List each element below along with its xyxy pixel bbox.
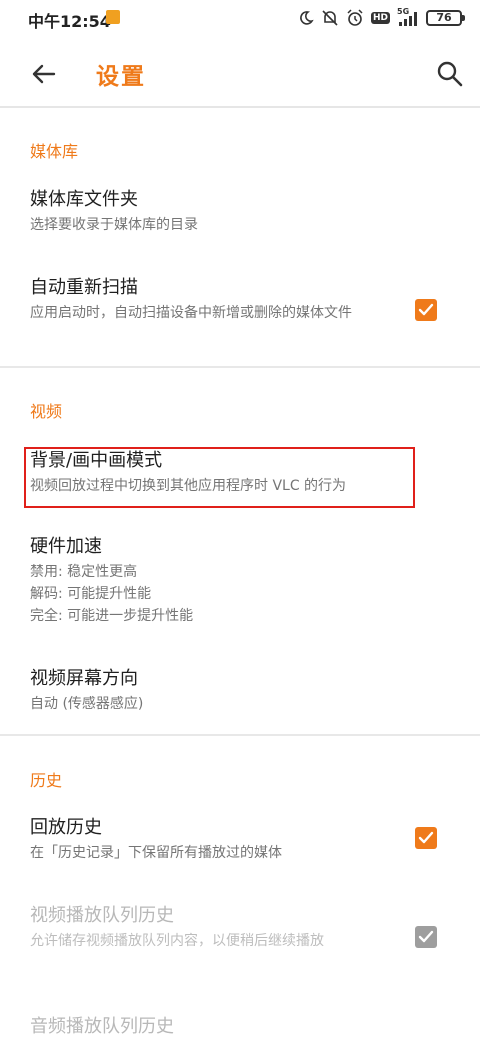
mute-icon: [322, 10, 338, 26]
pref-title: 音频播放队列历史: [30, 1016, 174, 1037]
pref-title: 视频屏幕方向: [30, 668, 138, 689]
status-icons: HD 5G 76: [298, 6, 465, 30]
video-queue-history-checkbox: [415, 926, 437, 948]
moon-icon: [300, 11, 314, 25]
pref-media-library-folders[interactable]: 媒体库文件夹 选择要收录于媒体库的目录: [30, 187, 410, 236]
hd-icon: HD: [370, 12, 390, 24]
playback-history-checkbox[interactable]: [415, 827, 437, 849]
auto-rescan-checkbox[interactable]: [415, 299, 437, 321]
section-header-video: 视频: [30, 402, 63, 421]
check-icon: [418, 303, 434, 316]
pref-summary-line: 解码: 可能提升性能: [30, 586, 152, 602]
app-bar: 设置: [0, 40, 480, 108]
check-icon: [418, 831, 434, 844]
pref-hardware-acceleration[interactable]: 硬件加速 禁用: 稳定性更高 解码: 可能提升性能 完全: 可能进一步提升性能: [30, 534, 410, 627]
divider: [0, 366, 480, 368]
pref-summary-line: 禁用: 稳定性更高: [30, 564, 138, 580]
pref-audio-queue-history: 音频播放队列历史: [30, 1014, 410, 1037]
alarm-icon: [347, 9, 363, 26]
pref-auto-rescan[interactable]: 自动重新扫描 应用启动时，自动扫描设备中新增或删除的媒体文件: [30, 275, 400, 324]
notification-icon: [106, 10, 120, 24]
network-label: 5G: [397, 7, 419, 26]
search-icon: [437, 61, 463, 87]
page-title: 设置: [96, 64, 146, 90]
signal-icon: [399, 12, 417, 26]
pref-summary: 应用启动时，自动扫描设备中新增或删除的媒体文件: [30, 305, 352, 321]
pref-video-orientation[interactable]: 视频屏幕方向 自动 (传感器感应): [30, 666, 410, 715]
pref-title: 自动重新扫描: [30, 277, 138, 298]
section-header-history: 历史: [30, 771, 63, 790]
pref-summary: 自动 (传感器感应): [30, 696, 144, 712]
divider: [0, 734, 480, 736]
check-icon: [418, 930, 434, 943]
pref-summary-line: 完全: 可能进一步提升性能: [30, 608, 194, 624]
search-button[interactable]: [434, 58, 466, 90]
pref-title: 媒体库文件夹: [30, 189, 138, 210]
section-header-library: 媒体库: [30, 142, 79, 161]
status-time: 中午12:54: [28, 12, 111, 31]
pref-title: 硬件加速: [30, 536, 102, 557]
highlight-box: [24, 447, 415, 508]
pref-summary: 在「历史记录」下保留所有播放过的媒体: [30, 845, 282, 861]
pref-title: 回放历史: [30, 817, 102, 838]
back-button[interactable]: [26, 56, 62, 92]
pref-summary: 允许储存视频播放队列内容，以便稍后继续播放: [30, 933, 324, 949]
pref-summary: 选择要收录于媒体库的目录: [30, 217, 198, 233]
pref-playback-history[interactable]: 回放历史 在「历史记录」下保留所有播放过的媒体: [30, 815, 400, 864]
back-arrow-icon: [32, 64, 56, 84]
status-bar: 中午12:54 HD 5G 76: [0, 0, 480, 36]
pref-video-queue-history: 视频播放队列历史 允许储存视频播放队列内容，以便稍后继续播放: [30, 903, 400, 952]
pref-title: 视频播放队列历史: [30, 905, 174, 926]
battery-icon: 76: [426, 10, 465, 26]
